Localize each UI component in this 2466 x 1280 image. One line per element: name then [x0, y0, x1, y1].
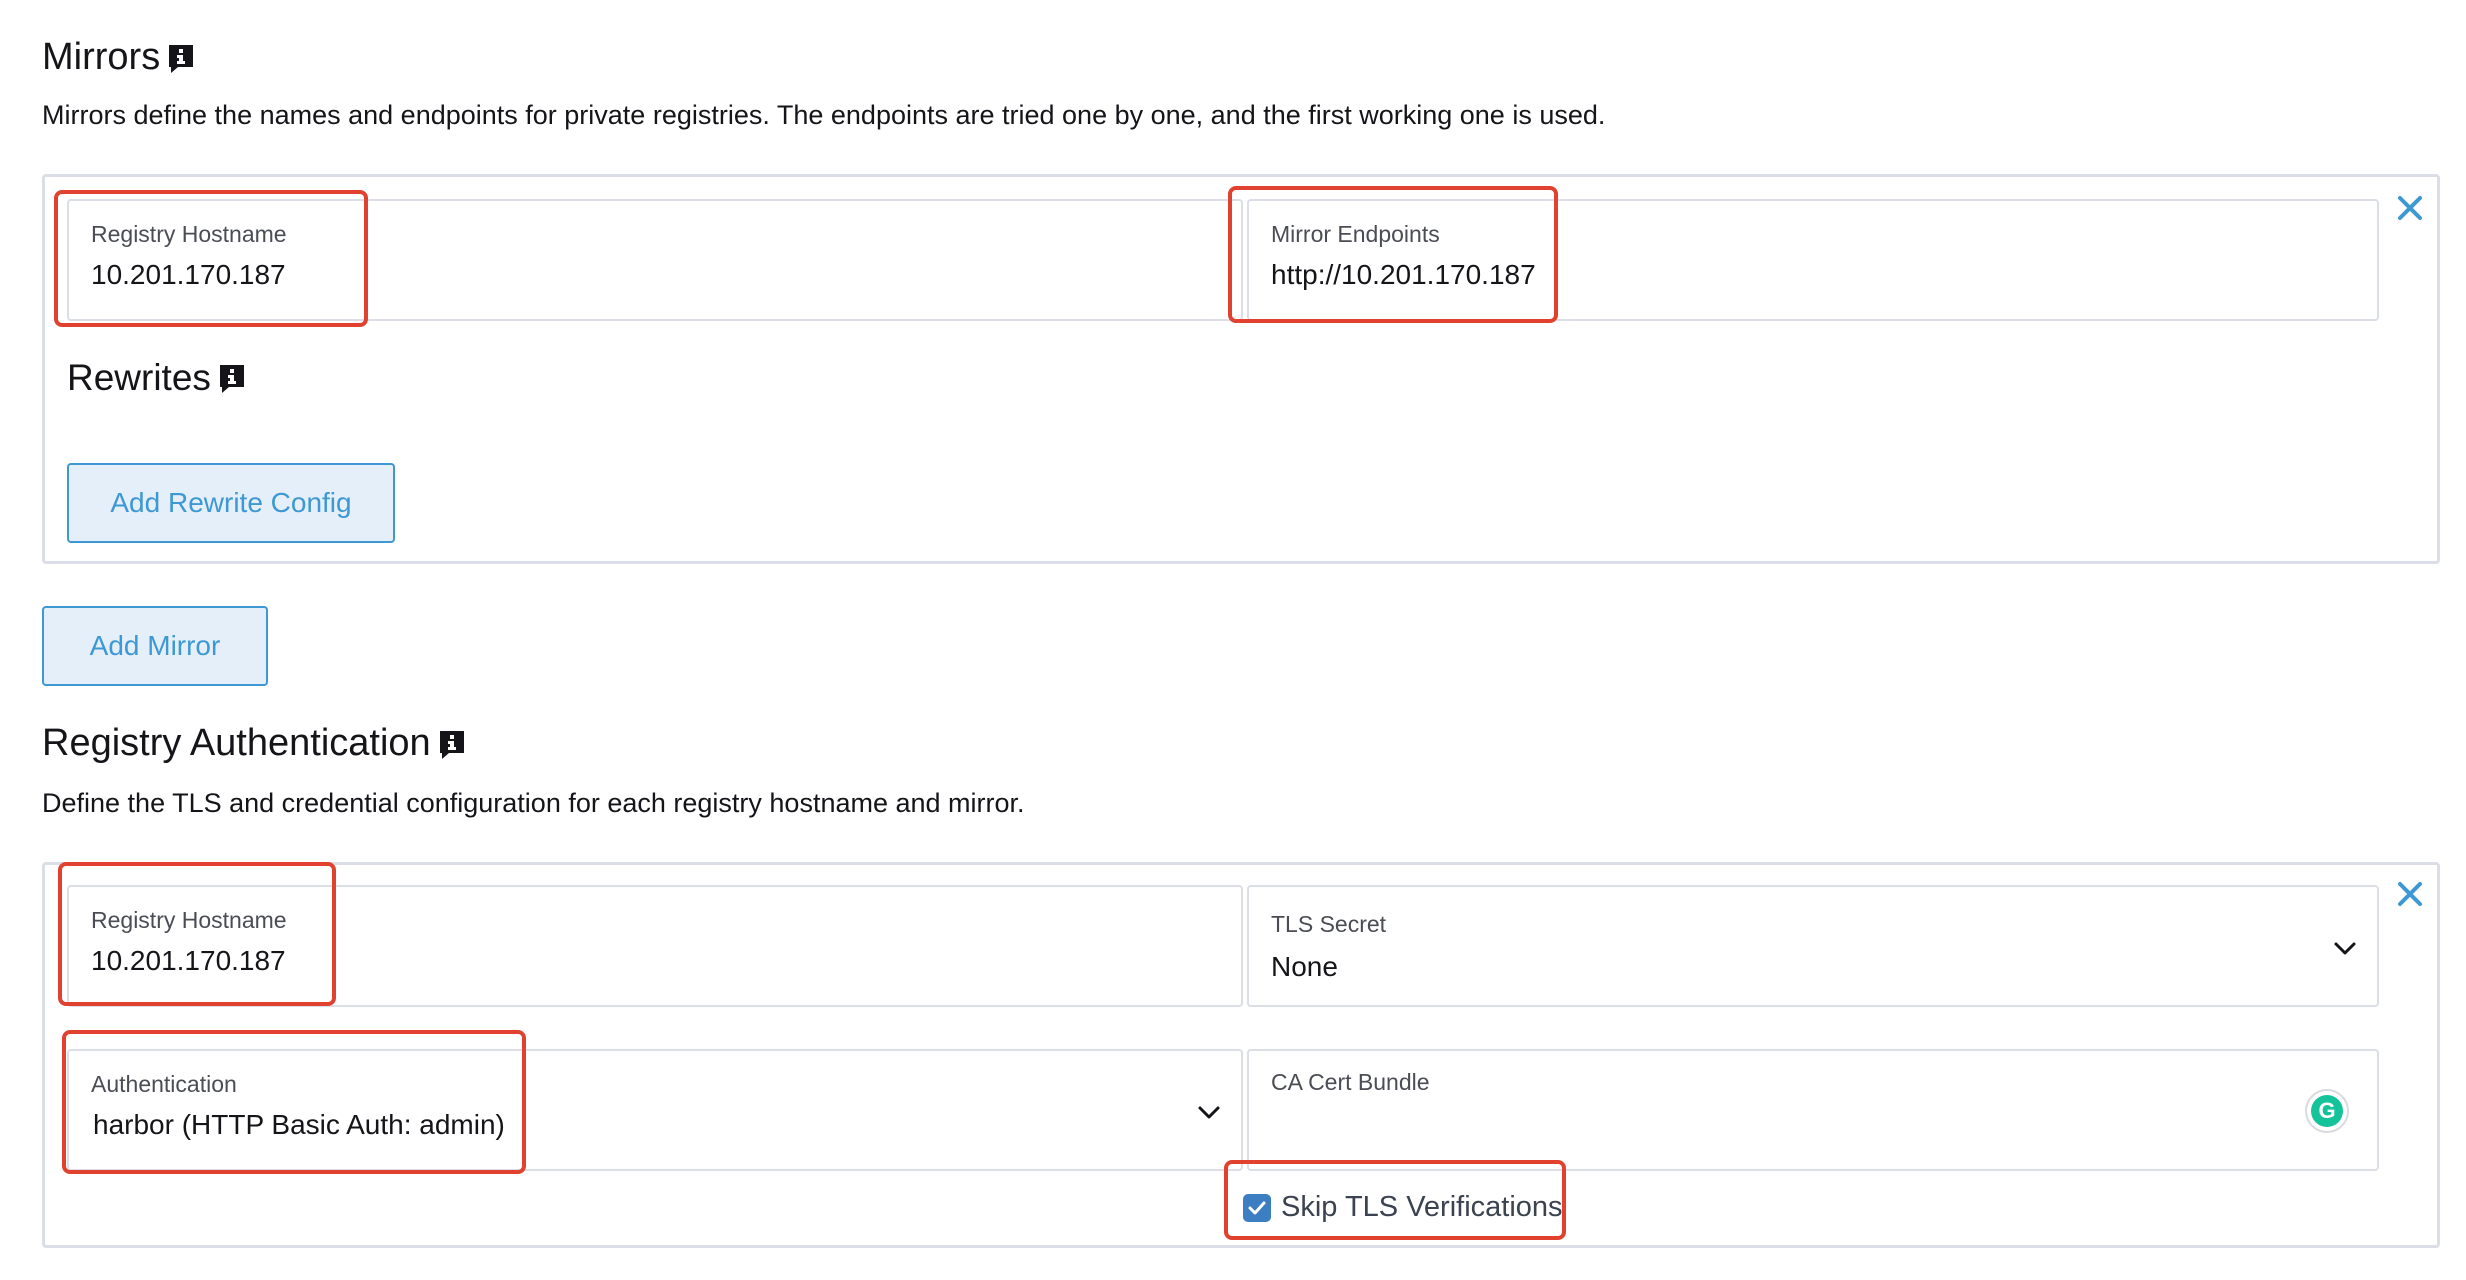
chevron-down-icon	[2334, 942, 2356, 955]
rewrites-title: Rewrites	[67, 357, 211, 398]
info-icon[interactable]	[437, 728, 467, 760]
add-mirror-button[interactable]: Add Mirror	[42, 606, 268, 686]
highlight-skip-tls	[1224, 1160, 1566, 1240]
ca-cert-bundle-field[interactable]: CA Cert Bundle G	[1247, 1049, 2379, 1171]
add-rewrite-config-button[interactable]: Add Rewrite Config	[67, 463, 395, 543]
remove-registry-auth-close-icon[interactable]	[2395, 879, 2425, 909]
tls-secret-value: None	[1271, 951, 1338, 982]
highlight-mirror-endpoints	[1228, 186, 1558, 323]
info-icon[interactable]	[166, 42, 196, 74]
mirrors-description: Mirrors define the names and endpoints f…	[42, 100, 1606, 130]
highlight-authentication	[62, 1030, 526, 1174]
highlight-mirror-registry-hostname	[54, 190, 368, 327]
remove-mirror-close-icon[interactable]	[2395, 193, 2425, 223]
mirrors-heading: Mirrors	[42, 36, 196, 79]
tls-secret-select[interactable]: TLS Secret None	[1247, 885, 2379, 1007]
highlight-auth-registry-hostname	[58, 862, 336, 1006]
registry-auth-description: Define the TLS and credential configurat…	[42, 788, 1025, 818]
tls-secret-label: TLS Secret	[1271, 911, 1387, 937]
info-icon[interactable]	[217, 362, 247, 394]
mirrors-title: Mirrors	[42, 36, 161, 78]
registry-auth-title: Registry Authentication	[42, 722, 431, 764]
registry-auth-heading: Registry Authentication	[42, 722, 467, 765]
grammarly-glyph: G	[2311, 1095, 2343, 1127]
chevron-down-icon	[1198, 1106, 1220, 1119]
grammarly-icon[interactable]: G	[2305, 1089, 2349, 1133]
ca-cert-bundle-label: CA Cert Bundle	[1271, 1069, 1430, 1095]
rewrites-heading: Rewrites	[67, 357, 247, 399]
